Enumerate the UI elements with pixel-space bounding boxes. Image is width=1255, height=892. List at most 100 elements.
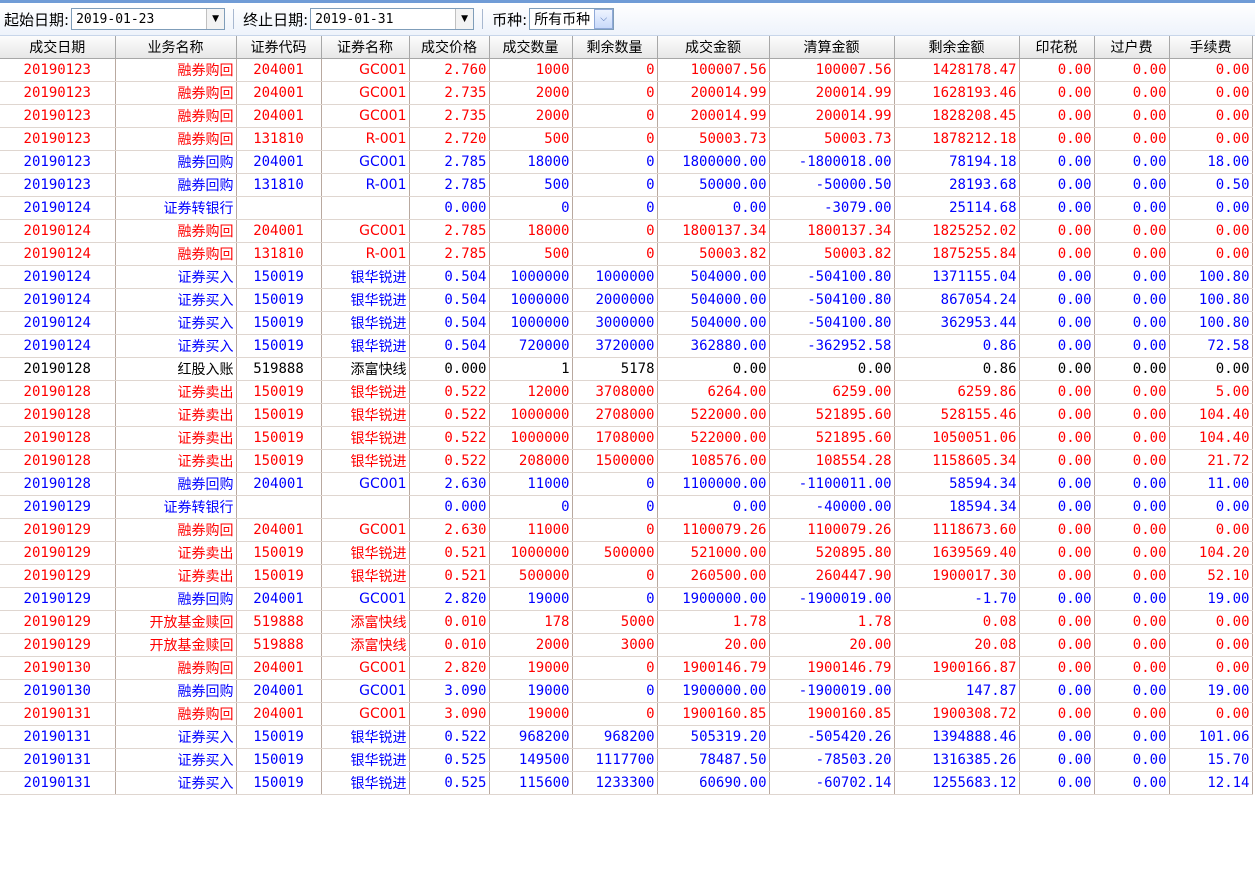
remaining-balance-cell: 1900017.30 — [894, 564, 1020, 588]
remaining-qty-cell: 0 — [572, 58, 658, 82]
col-stamp-tax-header[interactable]: 印花税 — [1019, 36, 1095, 59]
table-row[interactable]: 20190124 融券购回 204001 GC001 2.785 18000 0 180013… — [0, 219, 1253, 243]
remaining-balance-cell: 1639569.40 — [894, 541, 1020, 565]
amount-cell: 1900000.00 — [657, 679, 770, 703]
price-cell: 2.785 — [409, 219, 490, 243]
security-code-cell: 150019 — [236, 426, 322, 450]
table-row[interactable]: 20190129 开放基金赎回 519888 添富快线 0.010 178 5000 1.78… — [0, 610, 1253, 634]
amount-cell: 50003.73 — [657, 127, 770, 151]
table-row[interactable]: 20190130 融券回购 204001 GC001 3.090 19000 0 190000… — [0, 679, 1253, 703]
col-business-name-header[interactable]: 业务名称 — [115, 36, 237, 59]
table-row[interactable]: 20190128 融券回购 204001 GC001 2.630 11000 0 110000… — [0, 472, 1253, 496]
amount-cell: 504000.00 — [657, 265, 770, 289]
trade-date-cell: 20190131 — [0, 702, 116, 726]
security-name-cell: 添富快线 — [321, 357, 410, 381]
table-row[interactable]: 20190123 融券购回 204001 GC001 2.735 2000 0 200014.… — [0, 81, 1253, 105]
currency-select[interactable]: 所有币种 ⌵ — [529, 8, 615, 30]
trade-date-cell: 20190124 — [0, 334, 116, 358]
table-row[interactable]: 20190124 融券购回 131810 R-001 2.785 500 0 50003.82… — [0, 242, 1253, 266]
remaining-balance-cell: 28193.68 — [894, 173, 1020, 197]
stamp-tax-cell: 0.00 — [1019, 357, 1095, 381]
table-row[interactable]: 20190131 证券买入 150019 银华锐进 0.525 115600 1233300… — [0, 771, 1253, 795]
table-row[interactable]: 20190123 融券购回 131810 R-001 2.720 500 0 50003.73… — [0, 127, 1253, 151]
security-code-cell: 204001 — [236, 81, 322, 105]
table-row[interactable]: 20190129 融券购回 204001 GC001 2.630 11000 0 110007… — [0, 518, 1253, 542]
col-security-code-header[interactable]: 证券代码 — [236, 36, 322, 59]
table-row[interactable]: 20190124 证券买入 150019 银华锐进 0.504 1000000 100000… — [0, 265, 1253, 289]
settlement-amount-cell: -50000.50 — [769, 173, 895, 197]
col-settlement-amount-header[interactable]: 清算金额 — [769, 36, 895, 59]
col-security-name-header[interactable]: 证券名称 — [321, 36, 410, 59]
commission-cell: 18.00 — [1169, 150, 1253, 174]
table-row[interactable]: 20190128 证券卖出 150019 银华锐进 0.522 1000000 270800… — [0, 403, 1253, 427]
table-row[interactable]: 20190124 证券买入 150019 银华锐进 0.504 1000000 300000… — [0, 311, 1253, 335]
security-name-cell: 银华锐进 — [321, 748, 410, 772]
table-row[interactable]: 20190129 证券卖出 150019 银华锐进 0.521 1000000 500000… — [0, 541, 1253, 565]
trade-date-cell: 20190124 — [0, 219, 116, 243]
col-quantity-header[interactable]: 成交数量 — [489, 36, 573, 59]
table-row[interactable]: 20190128 红股入账 519888 添富快线 0.000 1 5178 0.00 0.00… — [0, 357, 1253, 381]
remaining-balance-cell: 0.86 — [894, 334, 1020, 358]
col-price-header[interactable]: 成交价格 — [409, 36, 490, 59]
col-commission-header[interactable]: 手续费 — [1169, 36, 1253, 59]
table-row[interactable]: 20190128 证券卖出 150019 银华锐进 0.522 1000000 170800… — [0, 426, 1253, 450]
commission-cell: 100.80 — [1169, 311, 1253, 335]
price-cell: 0.000 — [409, 357, 490, 381]
remaining-qty-cell: 3000000 — [572, 311, 658, 335]
remaining-qty-cell: 5178 — [572, 357, 658, 381]
security-name-cell: 添富快线 — [321, 633, 410, 657]
settlement-amount-cell: -1900019.00 — [769, 587, 895, 611]
remaining-qty-cell: 0 — [572, 104, 658, 128]
amount-cell: 522000.00 — [657, 403, 770, 427]
end-date-picker[interactable]: 2019-01-31 ▼ — [310, 8, 475, 30]
col-amount-header[interactable]: 成交金额 — [657, 36, 770, 59]
table-row[interactable]: 20190129 融券回购 204001 GC001 2.820 19000 0 190000… — [0, 587, 1253, 611]
commission-cell: 12.14 — [1169, 771, 1253, 795]
table-row[interactable]: 20190129 证券卖出 150019 银华锐进 0.521 500000 0 260500… — [0, 564, 1253, 588]
start-date-picker[interactable]: 2019-01-23 ▼ — [71, 8, 226, 30]
table-row[interactable]: 20190129 证券转银行 0.000 0 0 0.00 -40000.00 18594.3… — [0, 495, 1253, 519]
quantity-cell: 19000 — [489, 702, 573, 726]
security-name-cell: GC001 — [321, 472, 410, 496]
col-transfer-fee-header[interactable]: 过户费 — [1094, 36, 1170, 59]
table-row[interactable]: 20190123 融券购回 204001 GC001 2.735 2000 0 200014.… — [0, 104, 1253, 128]
table-row[interactable]: 20190124 证券买入 150019 银华锐进 0.504 1000000 200000… — [0, 288, 1253, 312]
table-row[interactable]: 20190123 融券购回 204001 GC001 2.760 1000 0 100007.… — [0, 58, 1253, 82]
table-row[interactable]: 20190128 证券卖出 150019 银华锐进 0.522 208000 1500000… — [0, 449, 1253, 473]
security-code-cell: 150019 — [236, 541, 322, 565]
table-row[interactable]: 20190130 融券购回 204001 GC001 2.820 19000 0 190014… — [0, 656, 1253, 680]
col-remaining-qty-header[interactable]: 剩余数量 — [572, 36, 658, 59]
table-row[interactable]: 20190123 融券回购 204001 GC001 2.785 18000 0 180000… — [0, 150, 1253, 174]
currency-dropdown-icon[interactable]: ⌵ — [594, 9, 614, 29]
table-row[interactable]: 20190131 融券购回 204001 GC001 3.090 19000 0 190016… — [0, 702, 1253, 726]
business-name-cell: 融券回购 — [115, 173, 237, 197]
remaining-qty-cell: 0 — [572, 679, 658, 703]
table-row[interactable]: 20190123 融券回购 131810 R-001 2.785 500 0 50000.00… — [0, 173, 1253, 197]
commission-cell: 0.00 — [1169, 81, 1253, 105]
business-name-cell: 证券卖出 — [115, 449, 237, 473]
col-trade-date-header[interactable]: 成交日期 — [0, 36, 116, 59]
security-code-cell: 204001 — [236, 472, 322, 496]
commission-cell: 101.06 — [1169, 725, 1253, 749]
table-row[interactable]: 20190129 开放基金赎回 519888 添富快线 0.010 2000 3000 20.… — [0, 633, 1253, 657]
remaining-qty-cell: 0 — [572, 472, 658, 496]
table-row[interactable]: 20190131 证券买入 150019 银华锐进 0.522 968200 968200 5… — [0, 725, 1253, 749]
table-row[interactable]: 20190128 证券卖出 150019 银华锐进 0.522 12000 3708000 6… — [0, 380, 1253, 404]
security-name-cell: 银华锐进 — [321, 311, 410, 335]
security-name-cell: GC001 — [321, 150, 410, 174]
table-row[interactable]: 20190131 证券买入 150019 银华锐进 0.525 149500 1117700… — [0, 748, 1253, 772]
trade-date-cell: 20190128 — [0, 472, 116, 496]
currency-value: 所有币种 — [534, 12, 591, 28]
price-cell: 0.521 — [409, 564, 490, 588]
business-name-cell: 融券购回 — [115, 219, 237, 243]
table-row[interactable]: 20190124 证券买入 150019 银华锐进 0.504 720000 3720000… — [0, 334, 1253, 358]
quantity-cell: 11000 — [489, 472, 573, 496]
end-date-dropdown-icon[interactable]: ▼ — [455, 9, 474, 29]
table-row[interactable]: 20190124 证券转银行 0.000 0 0 0.00 -3079.00 25114.68… — [0, 196, 1253, 220]
col-remaining-balance-header[interactable]: 剩余金额 — [894, 36, 1020, 59]
header-row: 成交日期 业务名称 证券代码 证券名称 成交价格 成交数量 剩余数量 成交金额 清算金额 剩余金额… — [0, 36, 1253, 59]
remaining-qty-cell: 0 — [572, 587, 658, 611]
commission-cell: 0.00 — [1169, 518, 1253, 542]
start-date-dropdown-icon[interactable]: ▼ — [206, 9, 225, 29]
business-name-cell: 融券购回 — [115, 702, 237, 726]
